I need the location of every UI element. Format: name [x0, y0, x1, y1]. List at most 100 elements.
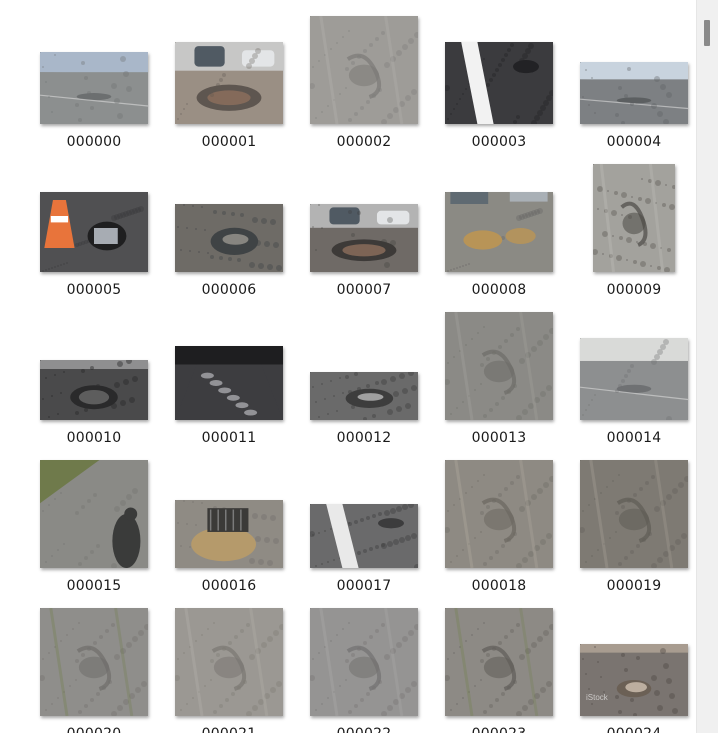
thumbnail-image[interactable]: [40, 192, 148, 272]
file-name: 000024: [566, 726, 697, 733]
file-name: 000002: [336, 134, 392, 150]
file-name: 000003: [471, 134, 527, 150]
thumbnail-area: iStock: [566, 606, 697, 716]
file-name: 000018: [471, 578, 527, 594]
thumbnail-area: [431, 458, 567, 568]
file-item[interactable]: 000008: [431, 162, 567, 302]
thumbnail-image[interactable]: [580, 338, 688, 420]
file-item[interactable]: 000015: [26, 458, 162, 598]
file-name: 000020: [26, 726, 162, 733]
thumbnail-image[interactable]: [40, 360, 148, 420]
thumbnail-area: [26, 458, 162, 568]
thumbnail-area: [431, 310, 567, 420]
thumbnail-area: [566, 162, 697, 272]
file-name: 000009: [606, 282, 662, 298]
thumbnail-area: [431, 606, 567, 716]
thumbnail-area: [26, 162, 162, 272]
file-item[interactable]: 000010: [26, 310, 162, 450]
thumbnail-area: [431, 162, 567, 272]
file-item[interactable]: 000006: [161, 162, 297, 302]
thumbnail-image[interactable]: [310, 204, 418, 272]
file-item[interactable]: 000013: [431, 310, 567, 450]
thumbnail-image[interactable]: [445, 192, 553, 272]
file-item[interactable]: 000020: [26, 606, 162, 733]
file-item[interactable]: 000018: [431, 458, 567, 598]
thumbnail-area: [161, 606, 297, 716]
thumbnail-image[interactable]: [445, 460, 553, 568]
file-name: 000006: [201, 282, 257, 298]
file-item[interactable]: iStock 000024: [566, 606, 697, 733]
file-item[interactable]: 000022: [296, 606, 432, 733]
file-name: 000016: [201, 578, 257, 594]
thumbnail-area: [26, 14, 162, 124]
file-name: 000005: [66, 282, 122, 298]
thumbnail-image[interactable]: [580, 62, 688, 124]
file-item[interactable]: 000000: [26, 14, 162, 154]
file-item[interactable]: 000007: [296, 162, 432, 302]
thumbnail-area: [26, 606, 162, 716]
file-item[interactable]: 000019: [566, 458, 697, 598]
file-item[interactable]: 000005: [26, 162, 162, 302]
file-item[interactable]: 000001: [161, 14, 297, 154]
file-name: 000007: [336, 282, 392, 298]
file-name: 000008: [471, 282, 527, 298]
file-name: 000022: [296, 726, 432, 733]
thumbnail-area: [161, 310, 297, 420]
scrollbar-thumb[interactable]: [704, 20, 710, 46]
thumbnail-area: [296, 310, 432, 420]
thumbnail-area: [566, 458, 697, 568]
file-item[interactable]: 000021: [161, 606, 297, 733]
thumbnail-area: [161, 162, 297, 272]
thumbnail-image[interactable]: [580, 460, 688, 568]
file-item[interactable]: 000011: [161, 310, 297, 450]
file-name: 000017: [336, 578, 392, 594]
thumbnail-image[interactable]: iStock: [580, 644, 688, 716]
file-item[interactable]: 000009: [566, 162, 697, 302]
thumbnail-area: [566, 14, 697, 124]
thumbnail-area: [161, 458, 297, 568]
thumbnail-image[interactable]: [175, 204, 283, 272]
file-name: 000019: [606, 578, 662, 594]
thumbnail-image[interactable]: [310, 372, 418, 420]
file-name: 000011: [201, 430, 257, 446]
thumbnail-area: [296, 458, 432, 568]
thumbnail-image[interactable]: [445, 608, 553, 716]
thumbnail-image[interactable]: [310, 608, 418, 716]
thumbnail-grid: 000000 000001 000002 000003 000004 000005 0000…: [0, 0, 697, 733]
file-name: 000021: [161, 726, 297, 733]
file-name: 000012: [336, 430, 392, 446]
thumbnail-area: [26, 310, 162, 420]
file-name: 000010: [66, 430, 122, 446]
file-item[interactable]: 000023: [431, 606, 567, 733]
thumbnail-image[interactable]: [445, 312, 553, 420]
file-name: 000001: [201, 134, 257, 150]
thumbnail-image[interactable]: [40, 52, 148, 124]
thumbnail-image[interactable]: [175, 42, 283, 124]
thumbnail-image[interactable]: [445, 42, 553, 124]
thumbnail-image[interactable]: [175, 500, 283, 568]
thumbnail-area: [296, 606, 432, 716]
thumbnail-area: [566, 310, 697, 420]
file-name: 000023: [431, 726, 567, 733]
file-name: 000014: [606, 430, 662, 446]
vertical-scrollbar[interactable]: [696, 0, 718, 733]
thumbnail-image[interactable]: [175, 608, 283, 716]
thumbnail-area: [431, 14, 567, 124]
thumbnail-image[interactable]: [175, 346, 283, 420]
file-item[interactable]: 000003: [431, 14, 567, 154]
file-name: 000015: [66, 578, 122, 594]
file-item[interactable]: 000012: [296, 310, 432, 450]
thumbnail-image[interactable]: [40, 460, 148, 568]
file-item[interactable]: 000016: [161, 458, 297, 598]
thumbnail-image[interactable]: [310, 504, 418, 568]
thumbnail-image[interactable]: [40, 608, 148, 716]
thumbnail-area: [161, 14, 297, 124]
file-item[interactable]: 000017: [296, 458, 432, 598]
thumbnail-image[interactable]: [310, 16, 418, 124]
watermark-text: iStock: [586, 693, 608, 702]
thumbnail-image[interactable]: [593, 164, 675, 272]
file-name: 000013: [471, 430, 527, 446]
file-item[interactable]: 000002: [296, 14, 432, 154]
file-item[interactable]: 000004: [566, 14, 697, 154]
file-item[interactable]: 000014: [566, 310, 697, 450]
